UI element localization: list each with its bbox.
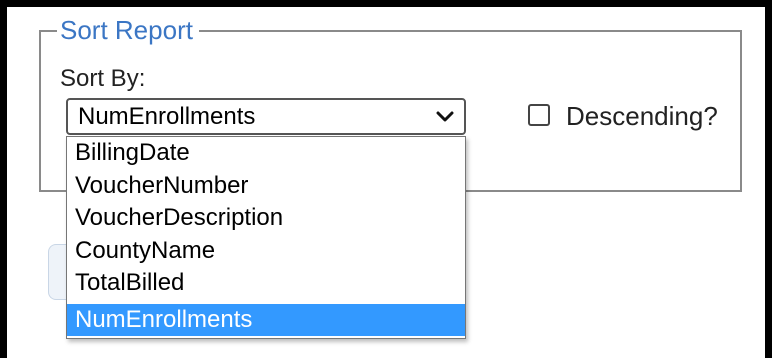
obscured-link-fragment [57,160,65,178]
dropdown-option-vouchernumber[interactable]: VoucherNumber [67,170,465,203]
dropdown-option-numenrollments[interactable]: NumEnrollments [67,303,465,336]
chevron-down-icon [436,111,454,122]
dropdown-option-voucherdescription[interactable]: VoucherDescription [67,202,465,235]
sort-by-label: Sort By: [60,65,146,92]
sort-by-selected-value: NumEnrollments [78,103,256,130]
dropdown-option-countyname[interactable]: CountyName [67,235,465,268]
sort-by-dropdown-list[interactable]: BillingDate VoucherNumber VoucherDescrip… [66,136,466,339]
dropdown-option-billingdate[interactable]: BillingDate [67,137,465,170]
descending-label[interactable]: Descending? [566,100,718,132]
sort-report-legend: Sort Report [57,13,199,47]
dropdown-option-totalbilled[interactable]: TotalBilled [67,267,465,300]
descending-checkbox[interactable] [528,104,550,126]
sort-by-select[interactable]: NumEnrollments [66,98,466,135]
